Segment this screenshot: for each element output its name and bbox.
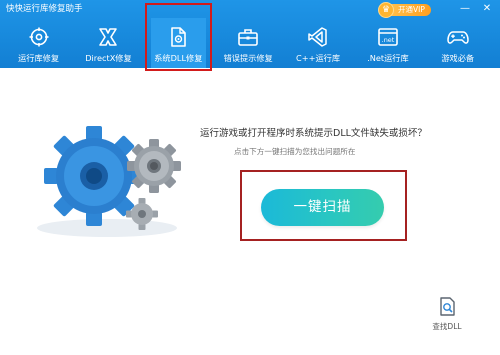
nav-item-directx[interactable]: DirectX修复 (81, 18, 136, 68)
nav-label: 游戏必备 (441, 53, 475, 63)
runtime-repair-icon (28, 26, 50, 48)
app-window: 快快运行库修复助手 ♛ 开通VIP — ✕ 运行库修复 DirectX修复 系统… (0, 0, 500, 355)
scan-hint: 点击下方一键扫描为您找出问题所在 (234, 147, 356, 156)
nav-item-game-essentials[interactable]: 游戏必备 (430, 18, 485, 68)
nav-label: .Net运行库 (367, 53, 409, 63)
nav-item-system-dll[interactable]: 系统DLL修复 (144, 3, 212, 71)
header-bar: 快快运行库修复助手 ♛ 开通VIP — ✕ 运行库修复 DirectX修复 系统… (0, 0, 500, 71)
nav-label: 运行库修复 (18, 53, 60, 63)
minimize-button[interactable]: — (458, 3, 472, 15)
gamepad-icon (446, 26, 469, 48)
nav-item-error-fix[interactable]: 错误提示修复 (221, 18, 276, 68)
find-dll-button[interactable]: 查找DLL (424, 297, 470, 337)
dotnet-icon: .net (377, 26, 399, 48)
visual-studio-icon (307, 26, 329, 48)
main-question: 运行游戏或打开程序时系统提示DLL文件缺失或损坏？ (200, 128, 427, 139)
dll-file-icon (167, 26, 189, 48)
nav-label: DirectX修复 (85, 53, 132, 63)
toolbox-icon (237, 26, 259, 48)
close-button[interactable]: ✕ (480, 3, 494, 15)
app-title: 快快运行库修复助手 (6, 4, 83, 14)
file-search-icon (439, 297, 457, 317)
crown-icon: ♛ (378, 1, 394, 18)
find-dll-label: 查找DLL (432, 322, 462, 331)
nav-item-cpp-runtime[interactable]: C++运行库 (290, 18, 345, 68)
nav-label: 错误提示修复 (223, 53, 273, 63)
main-nav: 运行库修复 DirectX修复 系统DLL修复 错误提示修复 C++运行库 .n… (0, 3, 500, 71)
nav-label: 系统DLL修复 (154, 53, 203, 63)
nav-label: C++运行库 (296, 53, 341, 63)
gears-illustration (22, 110, 192, 240)
gear-icon (127, 139, 181, 193)
directx-icon (97, 26, 119, 48)
vip-label: 开通VIP (390, 3, 431, 16)
vip-badge[interactable]: ♛ 开通VIP (378, 1, 448, 18)
svg-text:.net: .net (382, 36, 395, 44)
nav-item-runtime-repair[interactable]: 运行库修复 (11, 18, 66, 68)
nav-item-dotnet-runtime[interactable]: .net .Net运行库 (360, 18, 415, 68)
one-click-scan-button[interactable]: 一键扫描 (261, 189, 384, 226)
